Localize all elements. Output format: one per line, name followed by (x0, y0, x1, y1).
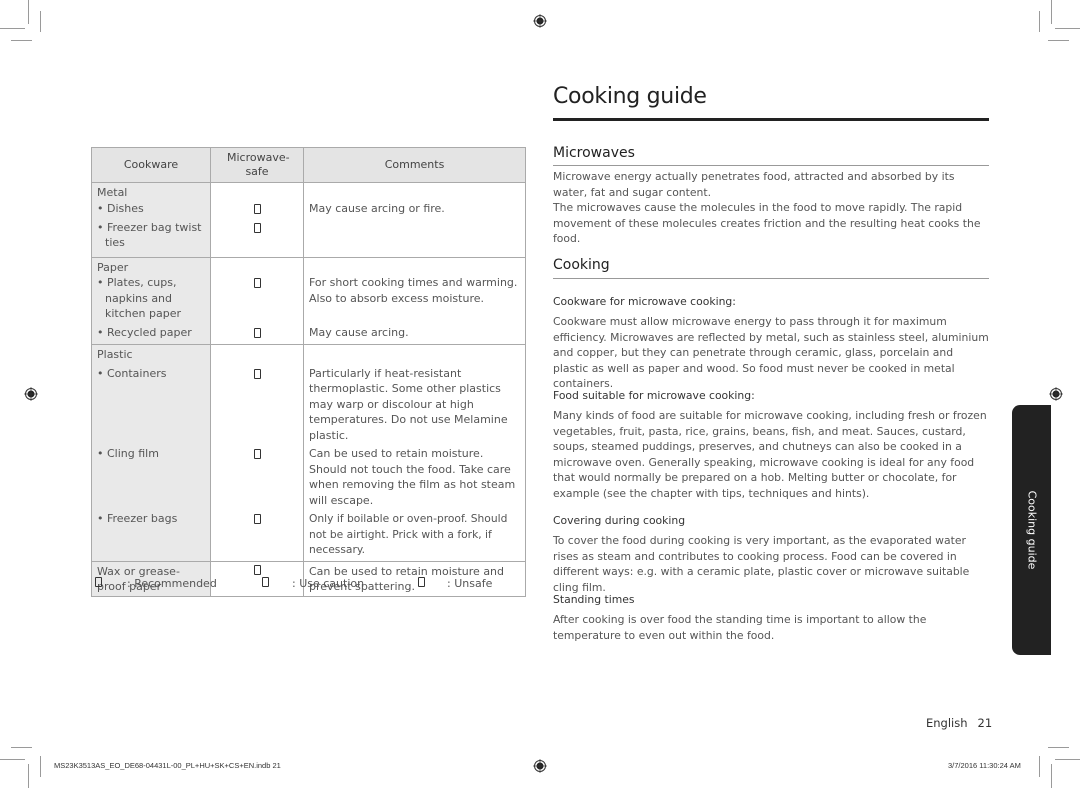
registration-mark-icon (533, 14, 547, 28)
section-heading-cooking: Cooking (553, 257, 610, 273)
caution-icon (253, 327, 261, 338)
print-slug-timestamp: 3/7/2016 11:30:24 AM (948, 761, 1021, 770)
cookware-item: • Freezer bag twist ties (97, 220, 202, 250)
crop-mark (11, 40, 32, 41)
comment-cell: May cause arcing. (303, 324, 526, 345)
crop-mark (1051, 0, 1052, 24)
crop-mark (40, 756, 41, 777)
unsafe-icon (418, 577, 425, 587)
unsafe-icon (253, 203, 261, 214)
section-heading-microwaves: Microwaves (553, 145, 635, 161)
table-row: Plastic (91, 344, 526, 366)
crop-mark (0, 28, 25, 29)
subheading: Covering during cooking (553, 514, 686, 527)
recommended-icon (95, 577, 102, 587)
legend-unsafe: : Unsafe (418, 574, 492, 590)
section-rule (553, 165, 989, 166)
table-row: • Cling film Can be used to retain moist… (91, 446, 526, 511)
table-row: Paper (91, 256, 526, 275)
category-cell: Plastic (91, 344, 211, 366)
table-row: • Containers Particularly if heat-resist… (91, 365, 526, 446)
registration-mark-icon (533, 759, 547, 773)
caution-icon (253, 514, 261, 524)
comment-cell: Only if boilable or oven-proof. Should n… (303, 511, 526, 561)
title-rule (553, 118, 989, 121)
crop-mark (1048, 40, 1069, 41)
crop-mark (40, 11, 41, 32)
registration-mark-icon (24, 387, 38, 401)
table-row: • Recycled paper May cause arcing. (91, 324, 526, 345)
cookware-table: Cookware Microwave-safe Comments Metal •… (91, 147, 526, 597)
category-cell: Paper (91, 256, 211, 275)
section-rule (553, 278, 989, 279)
table-row: • Freezer bag twist ties (91, 219, 526, 257)
paragraph: The microwaves cause the molecules in th… (553, 201, 981, 245)
page-title: Cooking guide (553, 84, 707, 109)
cookware-item: • Dishes (97, 201, 144, 215)
subheading: Cookware for microwave cooking: (553, 295, 736, 308)
header-cookware: Cookware (91, 147, 211, 183)
legend-recommended: : Recommended (95, 574, 217, 590)
recommended-icon (253, 564, 261, 575)
legend-caution: : Use caution (262, 574, 364, 590)
crop-mark (28, 0, 29, 24)
table-row: • Dishes May cause arcing or fire. (91, 200, 526, 220)
recommended-icon (253, 368, 261, 379)
page-footer: English 21 (926, 716, 993, 730)
chapter-tab[interactable]: Cooking guide (1012, 405, 1051, 655)
crop-mark (0, 759, 25, 760)
cookware-item: • Freezer bags (97, 512, 178, 525)
crop-mark (1055, 28, 1080, 29)
paragraph: Microwave energy actually penetrates foo… (553, 170, 955, 199)
unsafe-icon (253, 222, 261, 233)
table-header-row: Cookware Microwave-safe Comments (91, 147, 526, 183)
paragraph: After cooking is over food the standing … (553, 613, 927, 642)
cookware-item: • Cling film (97, 447, 159, 460)
crop-mark (28, 764, 29, 788)
header-comments: Comments (303, 147, 526, 183)
paragraph: Many kinds of food are suitable for micr… (553, 409, 987, 500)
subheading: Standing times (553, 593, 635, 606)
table-row: Metal (91, 182, 526, 201)
crop-mark (1055, 759, 1080, 760)
crop-mark (11, 747, 32, 748)
comment-cell: Can be used to retain moisture. Should n… (303, 446, 526, 511)
subheading: Food suitable for microwave cooking: (553, 389, 755, 402)
table-row: • Plates, cups, napkins and kitchen pape… (91, 275, 526, 325)
crop-mark (1051, 764, 1052, 788)
cookware-item: • Plates, cups, napkins and kitchen pape… (97, 276, 181, 320)
cookware-item: • Recycled paper (97, 325, 192, 339)
recommended-icon (253, 449, 261, 459)
recommended-icon (253, 278, 261, 288)
header-microwave-safe: Microwave-safe (210, 147, 304, 183)
comment-cell: May cause arcing or fire. (303, 200, 526, 220)
table-row: • Freezer bags Only if boilable or oven-… (91, 511, 526, 561)
crop-mark (1039, 756, 1040, 777)
registration-mark-icon (1049, 387, 1063, 401)
caution-icon (262, 577, 269, 587)
comment-cell: For short cooking times and warming. Als… (303, 275, 526, 325)
print-slug-file: MS23K3513AS_EO_DE68-04431L-00_PL+HU+SK+C… (54, 761, 281, 770)
comment-cell (303, 219, 526, 257)
paragraph: Cookware must allow microwave energy to … (553, 315, 989, 390)
comment-cell: Particularly if heat-resistant thermopla… (303, 365, 526, 446)
crop-mark (1039, 11, 1040, 32)
category-cell: Metal (91, 182, 211, 201)
cookware-item: • Containers (97, 366, 167, 380)
paragraph: To cover the food during cooking is very… (553, 534, 970, 594)
crop-mark (1048, 747, 1069, 748)
